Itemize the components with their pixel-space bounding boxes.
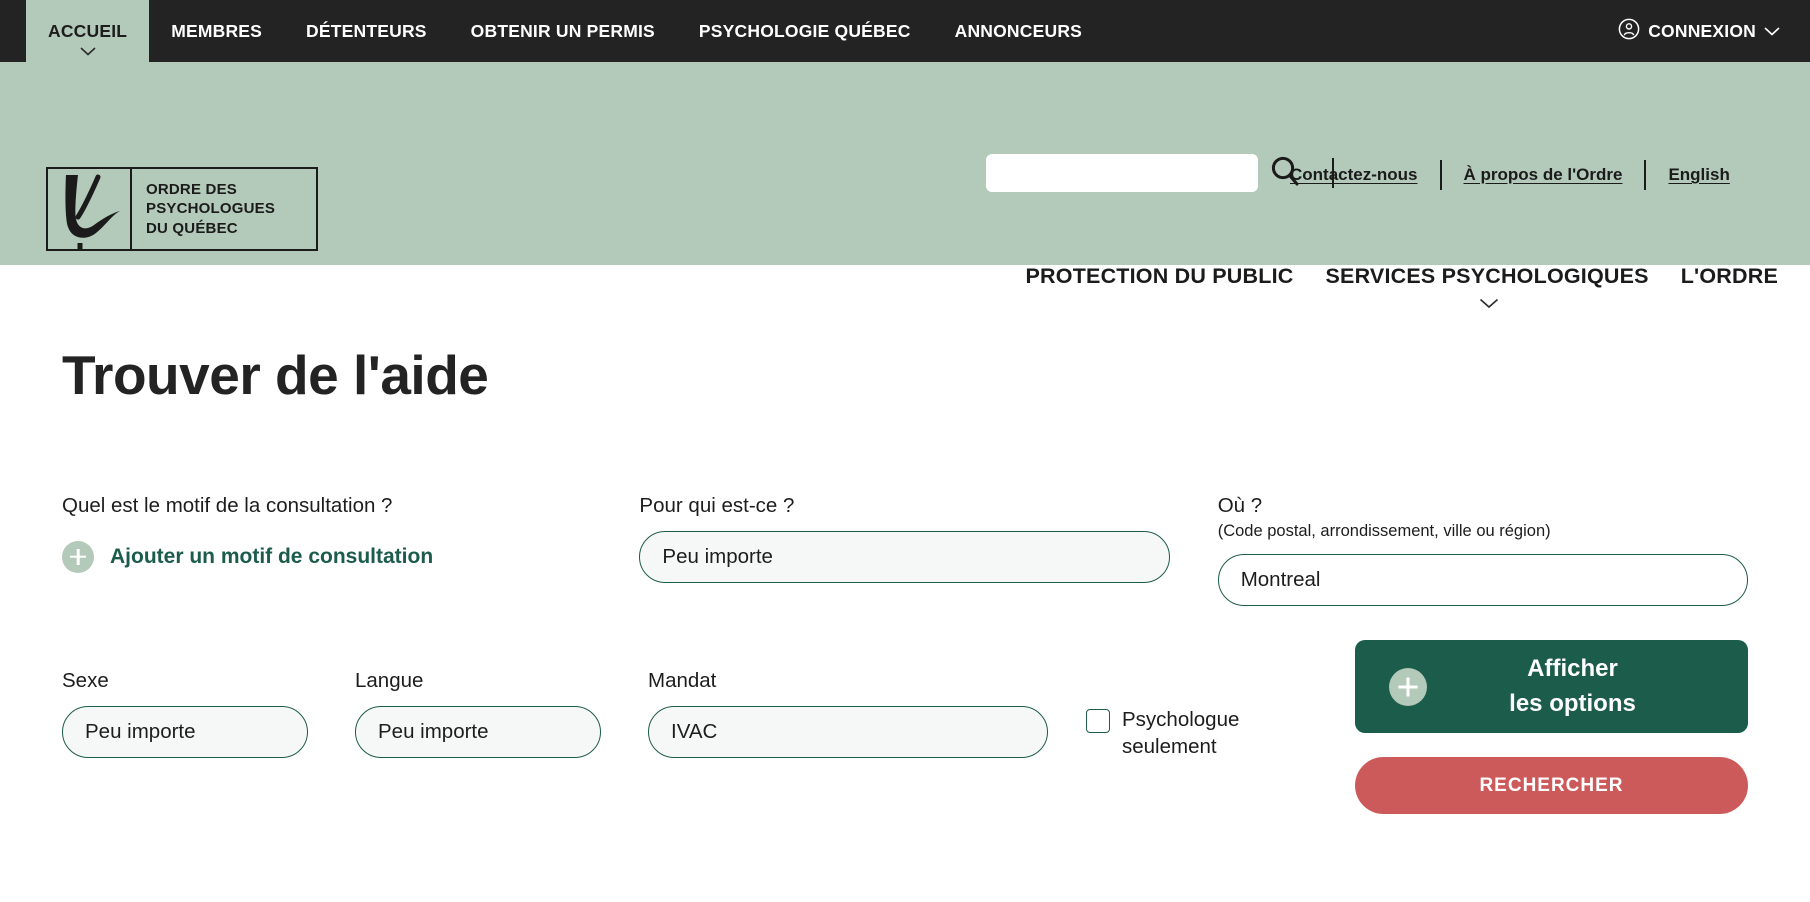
logo-line-3: DU QUÉBEC bbox=[146, 219, 238, 237]
topnav-item-annonceurs[interactable]: ANNONCEURS bbox=[933, 0, 1104, 62]
plus-circle-icon bbox=[1389, 667, 1427, 706]
site-logo[interactable]: ORDRE DES PSYCHOLOGUES DU QUÉBEC bbox=[46, 167, 318, 251]
page-content: Trouver de l'aide Quel est le motif de l… bbox=[0, 265, 1810, 814]
logo-line-2: PSYCHOLOGUES bbox=[146, 200, 276, 218]
select-sexe-value: Peu importe bbox=[85, 719, 196, 743]
topnav-label-detenteurs: DÉTENTEURS bbox=[306, 20, 427, 41]
topnav-label-annonceurs: ANNONCEURS bbox=[954, 20, 1083, 41]
location-input[interactable] bbox=[1217, 554, 1748, 607]
util-link-a-propos-de-lordre[interactable]: À propos de l'Ordre bbox=[1464, 165, 1623, 185]
show-options-label: Afficher les options bbox=[1427, 652, 1742, 720]
logo-wordmark: ORDRE DES PSYCHOLOGUES DU QUÉBEC bbox=[132, 169, 316, 249]
select-pour-qui[interactable]: Peu importe bbox=[639, 530, 1170, 583]
chevron-down-icon bbox=[80, 47, 96, 56]
topnav-label-psychologie-quebec: PSYCHOLOGIE QUÉBEC bbox=[698, 20, 911, 41]
topnav-label-accueil: ACCUEIL bbox=[48, 20, 128, 41]
utility-divider bbox=[1644, 160, 1647, 190]
login-label: CONNEXION bbox=[1648, 20, 1756, 41]
field-group-ou: Où ? (Code postal, arrondissement, ville… bbox=[1217, 493, 1748, 607]
add-motif-button[interactable]: Ajouter un motif de consultation bbox=[62, 540, 639, 573]
plus-circle-icon bbox=[62, 540, 94, 573]
label-pour-qui: Pour qui est-ce ? bbox=[639, 494, 795, 517]
label-sexe: Sexe bbox=[62, 669, 109, 693]
util-link-english[interactable]: English bbox=[1668, 165, 1729, 185]
psychologue-only-checkbox[interactable]: Psychologue seulement bbox=[1086, 706, 1316, 760]
select-langue-value: Peu importe bbox=[378, 719, 489, 743]
sublabel-ou: (Code postal, arrondissement, ville ou r… bbox=[1217, 521, 1551, 540]
add-motif-label: Ajouter un motif de consultation bbox=[110, 544, 434, 568]
utility-links: Contactez-nous À propos de l'Ordre Engli… bbox=[1290, 160, 1730, 190]
opq-swoosh-mark-icon bbox=[48, 169, 132, 249]
checkbox-box-icon[interactable] bbox=[1086, 709, 1110, 734]
util-link-contactez-nous[interactable]: Contactez-nous bbox=[1290, 165, 1418, 185]
label-motif: Quel est le motif de la consultation ? bbox=[62, 494, 393, 517]
select-sexe[interactable]: Peu importe bbox=[62, 705, 308, 758]
psychologue-only-label: Psychologue seulement bbox=[1122, 708, 1240, 759]
show-options-line-1: Afficher bbox=[1527, 655, 1618, 683]
select-mandat-value: IVAC bbox=[671, 719, 718, 743]
label-langue: Langue bbox=[355, 669, 424, 693]
utility-divider bbox=[1439, 160, 1442, 190]
field-group-mandat: Mandat IVAC bbox=[648, 668, 1048, 758]
field-group-pour-qui: Pour qui est-ce ? Peu importe bbox=[639, 493, 1170, 583]
topnav-item-psychologie-quebec[interactable]: PSYCHOLOGIE QUÉBEC bbox=[677, 0, 933, 62]
site-header: ORDRE DES PSYCHOLOGUES DU QUÉBEC Contact… bbox=[0, 62, 1810, 309]
show-options-button[interactable]: Afficher les options bbox=[1355, 640, 1748, 733]
select-pour-qui-value: Peu importe bbox=[662, 544, 773, 568]
select-langue[interactable]: Peu importe bbox=[355, 705, 601, 758]
search-input[interactable] bbox=[986, 154, 1258, 192]
form-actions: Afficher les options RECHERCHER bbox=[1355, 640, 1748, 814]
page-title: Trouver de l'aide bbox=[62, 344, 489, 406]
find-help-form: Quel est le motif de la consultation ? A… bbox=[62, 493, 1748, 814]
select-mandat[interactable]: IVAC bbox=[648, 705, 1048, 758]
logo-line-1: ORDRE DES bbox=[146, 181, 237, 199]
field-group-langue: Langue Peu importe bbox=[355, 668, 601, 758]
topnav-label-membres: MEMBRES bbox=[171, 20, 263, 41]
label-ou: Où ? bbox=[1217, 494, 1263, 517]
field-group-motif: Quel est le motif de la consultation ? A… bbox=[62, 493, 639, 573]
login-menu[interactable]: CONNEXION bbox=[1618, 0, 1810, 62]
user-circle-icon bbox=[1618, 18, 1640, 45]
topnav-label-obtenir-un-permis: OBTENIR UN PERMIS bbox=[470, 20, 655, 41]
chevron-down-icon bbox=[1764, 26, 1780, 36]
topnav-item-obtenir-un-permis[interactable]: OBTENIR UN PERMIS bbox=[449, 0, 677, 62]
top-nav-items: ACCUEIL MEMBRES DÉTENTEURS OBTENIR UN PE… bbox=[0, 0, 1104, 62]
field-group-sexe: Sexe Peu importe bbox=[62, 668, 308, 758]
topnav-item-detenteurs[interactable]: DÉTENTEURS bbox=[284, 0, 449, 62]
show-options-line-2: les options bbox=[1509, 689, 1636, 717]
search-submit-button[interactable]: RECHERCHER bbox=[1355, 757, 1748, 814]
topnav-item-accueil[interactable]: ACCUEIL bbox=[26, 0, 150, 62]
form-row-1: Quel est le motif de la consultation ? A… bbox=[62, 493, 1748, 607]
label-mandat: Mandat bbox=[648, 669, 717, 693]
topnav-item-membres[interactable]: MEMBRES bbox=[149, 0, 284, 62]
top-navigation-bar: ACCUEIL MEMBRES DÉTENTEURS OBTENIR UN PE… bbox=[0, 0, 1810, 62]
